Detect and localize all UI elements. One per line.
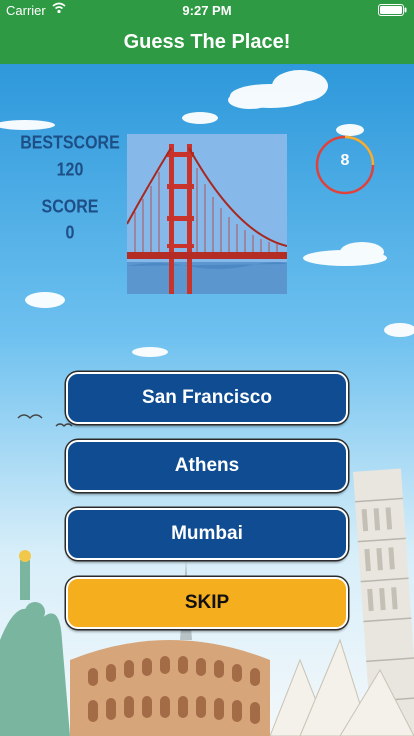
battery-icon [378,4,407,16]
timer-value: 8 [340,152,350,169]
page-title: Guess The Place! [123,30,291,53]
score-value: 0 [65,223,75,244]
answer-button-3[interactable]: Mumbai [66,508,348,560]
golden-gate-bridge-image [127,134,287,294]
colosseum [70,640,270,736]
best-score-label: BESTSCORE [20,133,120,154]
place-image [127,134,287,294]
score-label: SCORE [41,197,99,218]
skip-button[interactable]: SKIP [66,577,348,629]
best-score-value: 120 [56,160,84,181]
status-time: 9:27 PM [182,3,232,18]
answer-button-2[interactable]: Athens [66,440,348,492]
nav-bar: Guess The Place! [0,20,414,64]
answer-button-1[interactable]: San Francisco [66,372,348,424]
status-bar: Carrier 9:27 PM [0,0,414,20]
